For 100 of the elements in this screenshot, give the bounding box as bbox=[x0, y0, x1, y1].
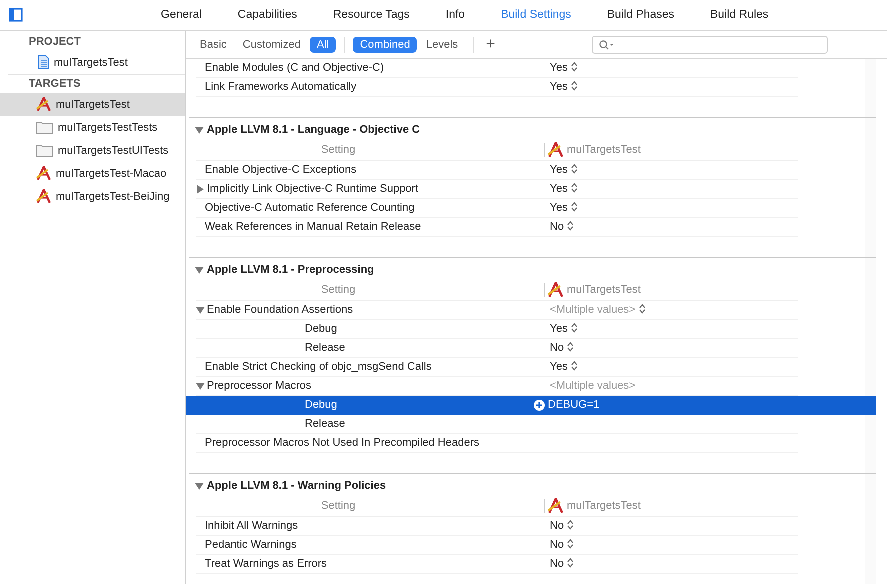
setting-value[interactable]: Yes bbox=[550, 62, 578, 74]
app-icon bbox=[36, 189, 52, 204]
stepper-icon[interactable] bbox=[570, 323, 578, 333]
setting-name: Preprocessor Macros Not Used In Precompiled Headers bbox=[205, 437, 480, 449]
setting-name: Treat Warnings as Errors bbox=[205, 558, 328, 570]
tab[interactable]: General bbox=[143, 9, 220, 21]
setting-name: Implicitly Link Objective-C Runtime Support bbox=[207, 183, 419, 195]
stepper-icon[interactable] bbox=[570, 81, 578, 91]
filter-button[interactable]: All bbox=[310, 36, 336, 52]
section-title: Apple LLVM 8.1 - Language - Objective C bbox=[207, 124, 420, 136]
setting-value[interactable]: Yes bbox=[550, 202, 578, 214]
tab[interactable]: Info bbox=[428, 9, 484, 21]
stepper-icon[interactable] bbox=[570, 202, 578, 212]
setting-row[interactable]: Pedantic Warnings No bbox=[196, 536, 798, 555]
sidebar-item[interactable]: mulTargetsTestUITests bbox=[0, 139, 185, 162]
stepper-icon[interactable] bbox=[570, 62, 578, 72]
setting-row[interactable]: Enable Foundation Assertions <Multiple values> bbox=[196, 301, 798, 320]
setting-value[interactable]: Yes bbox=[550, 323, 578, 335]
disclosure-triangle-icon[interactable] bbox=[195, 482, 204, 490]
column-header: Setting bbox=[320, 500, 357, 512]
setting-row[interactable]: Inhibit All Warnings No bbox=[196, 517, 798, 536]
setting-value[interactable]: No bbox=[550, 558, 574, 570]
setting-value[interactable]: Yes bbox=[550, 183, 578, 195]
tab[interactable]: Build Rules bbox=[692, 9, 787, 21]
section-title: Apple LLVM 8.1 - Preprocessing bbox=[207, 264, 374, 276]
stepper-icon[interactable] bbox=[570, 164, 578, 174]
setting-value[interactable]: No bbox=[550, 342, 574, 354]
sidebar-section-title: PROJECT bbox=[28, 35, 82, 50]
setting-name: Link Frameworks Automatically bbox=[205, 81, 357, 93]
setting-name: Objective-C Automatic Reference Counting bbox=[205, 202, 415, 214]
section-title: Apple LLVM 8.1 - Warning Policies bbox=[207, 480, 386, 492]
setting-value[interactable]: Yes bbox=[550, 81, 578, 93]
setting-row[interactable]: Objective-C Automatic Reference Counting Yes bbox=[196, 199, 798, 218]
setting-name: Release bbox=[305, 342, 346, 354]
tab[interactable]: Build Phases bbox=[589, 9, 693, 21]
sidebar-item[interactable]: mulTargetsTestTests bbox=[0, 116, 185, 139]
disclosure-triangle-icon[interactable] bbox=[195, 126, 204, 134]
stepper-icon[interactable] bbox=[638, 304, 646, 314]
app-icon bbox=[36, 97, 52, 112]
stepper-icon[interactable] bbox=[570, 183, 578, 193]
add-button[interactable]: + bbox=[482, 36, 500, 52]
stepper-icon[interactable] bbox=[567, 342, 574, 352]
setting-value[interactable]: Yes bbox=[550, 164, 578, 176]
setting-row[interactable]: Weak References in Manual Retain Release No bbox=[196, 218, 798, 237]
sidebar-item[interactable]: mulTargetsTest bbox=[0, 93, 185, 116]
setting-row[interactable]: Preprocessor Macros Not Used In Precompiled Headers bbox=[196, 434, 798, 453]
setting-name: Pedantic Warnings bbox=[205, 539, 297, 551]
setting-value[interactable]: No bbox=[550, 520, 574, 532]
tab[interactable]: Capabilities bbox=[220, 9, 316, 21]
setting-name: Weak References in Manual Retain Release bbox=[205, 221, 422, 233]
setting-row[interactable]: Implicitly Link Objective-C Runtime Support Yes bbox=[196, 180, 798, 199]
sidebar-item[interactable]: mulTargetsTest bbox=[0, 51, 185, 74]
add-icon[interactable] bbox=[534, 400, 545, 410]
folder-icon bbox=[36, 144, 54, 158]
setting-row[interactable]: Debug Yes bbox=[196, 320, 798, 339]
view-button[interactable]: Combined bbox=[353, 36, 418, 52]
disclosure-triangle-icon[interactable] bbox=[196, 382, 205, 390]
stepper-icon[interactable] bbox=[567, 558, 574, 568]
setting-name: Enable Foundation Assertions bbox=[207, 304, 354, 316]
setting-name: Enable Strict Checking of objc_msgSend Calls bbox=[205, 361, 432, 373]
setting-value[interactable]: No bbox=[550, 221, 574, 233]
app-icon bbox=[547, 142, 565, 158]
app-icon bbox=[547, 498, 565, 514]
setting-row[interactable]: Enable Objective-C Exceptions Yes bbox=[196, 161, 798, 180]
disclosure-triangle-icon[interactable] bbox=[196, 184, 205, 194]
search-icon bbox=[598, 40, 614, 50]
sidebar-toggle-icon[interactable] bbox=[9, 8, 23, 22]
column-header: mulTargetsTest bbox=[567, 500, 641, 512]
stepper-icon[interactable] bbox=[567, 221, 574, 231]
setting-row[interactable]: Link Frameworks Automatically Yes bbox=[196, 78, 798, 97]
sidebar-item[interactable]: mulTargetsTest-BeiJing bbox=[0, 185, 185, 208]
setting-row[interactable]: Debug DEBUG=1 bbox=[186, 396, 876, 415]
search-field[interactable] bbox=[592, 36, 828, 54]
setting-row[interactable]: Enable Strict Checking of objc_msgSend Calls Yes bbox=[196, 358, 798, 377]
setting-name: Preprocessor Macros bbox=[207, 380, 312, 392]
setting-value[interactable]: Yes bbox=[550, 361, 578, 373]
setting-row[interactable]: Release bbox=[196, 415, 798, 434]
tab[interactable]: Build Settings bbox=[483, 9, 590, 21]
stepper-icon[interactable] bbox=[567, 539, 574, 549]
disclosure-triangle-icon[interactable] bbox=[195, 266, 204, 274]
setting-row[interactable]: Enable Modules (C and Objective-C) Yes bbox=[196, 59, 798, 78]
setting-name: Release bbox=[305, 418, 346, 430]
setting-row[interactable]: Release No bbox=[196, 339, 798, 358]
filter-button[interactable]: Basic bbox=[193, 36, 234, 52]
disclosure-triangle-icon[interactable] bbox=[196, 306, 205, 314]
setting-name: Inhibit All Warnings bbox=[205, 520, 298, 532]
stepper-icon[interactable] bbox=[570, 361, 578, 371]
filter-button[interactable]: Customized bbox=[236, 36, 308, 52]
view-button[interactable]: Levels bbox=[419, 36, 466, 52]
folder-icon bbox=[36, 120, 54, 134]
sidebar-item[interactable]: mulTargetsTest-Macao bbox=[0, 162, 185, 185]
setting-row[interactable]: Treat Warnings as Errors No bbox=[196, 555, 798, 574]
setting-value[interactable]: No bbox=[550, 539, 574, 551]
app-icon bbox=[547, 282, 565, 298]
setting-name: Enable Objective-C Exceptions bbox=[205, 164, 357, 176]
setting-name: Debug bbox=[305, 399, 338, 411]
setting-value[interactable]: DEBUG=1 bbox=[548, 399, 600, 411]
tab[interactable]: Resource Tags bbox=[315, 9, 428, 21]
stepper-icon[interactable] bbox=[567, 520, 574, 530]
setting-name: Debug bbox=[305, 323, 338, 335]
